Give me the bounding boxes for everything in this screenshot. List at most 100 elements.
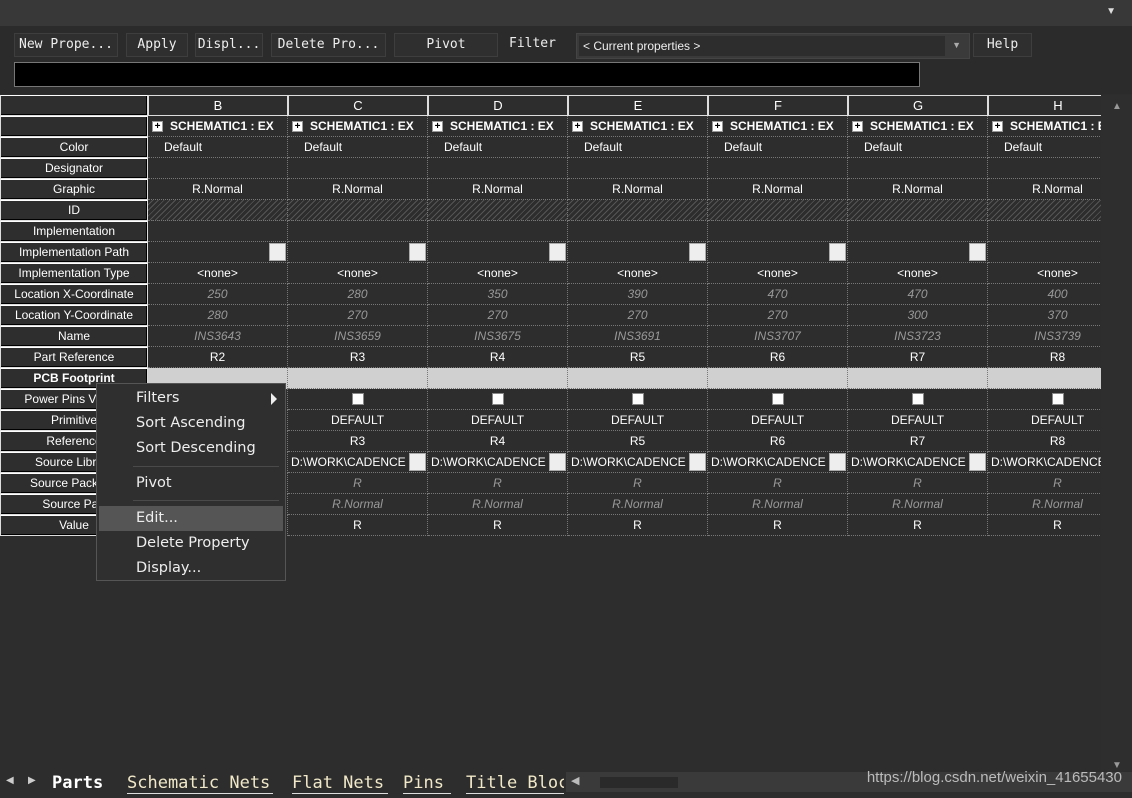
row-header[interactable]: Implementation Type (0, 263, 148, 284)
scrollbar-thumb[interactable] (600, 777, 678, 788)
table-cell[interactable]: R.Normal (988, 179, 1101, 200)
table-cell[interactable] (288, 158, 428, 179)
table-cell[interactable]: R4 (428, 431, 568, 452)
table-cell[interactable] (568, 200, 708, 221)
table-cell[interactable]: R (288, 473, 428, 494)
column-header[interactable]: E (568, 95, 708, 116)
table-cell[interactable]: INS3723 (848, 326, 988, 347)
filter-select[interactable]: < Current properties > ▼ (576, 33, 970, 59)
browse-button[interactable] (969, 453, 986, 471)
table-cell[interactable] (568, 242, 708, 263)
expand-icon[interactable]: + (852, 121, 863, 132)
table-cell[interactable]: <none> (288, 263, 428, 284)
table-cell[interactable]: R (988, 473, 1101, 494)
table-cell[interactable]: Default (428, 137, 568, 158)
table-cell[interactable]: R (708, 473, 848, 494)
table-cell[interactable] (288, 389, 428, 410)
table-cell[interactable] (988, 200, 1101, 221)
table-cell[interactable]: DEFAULT (428, 410, 568, 431)
checkbox[interactable] (351, 393, 364, 405)
tab-schematic-nets[interactable]: Schematic Nets (127, 772, 273, 794)
table-cell[interactable] (848, 221, 988, 242)
menu-item-display[interactable]: Display... (99, 556, 283, 581)
table-cell[interactable]: R.Normal (708, 179, 848, 200)
table-cell[interactable]: R (568, 515, 708, 536)
menu-item-sort-descending[interactable]: Sort Descending (99, 436, 283, 461)
table-cell[interactable] (708, 200, 848, 221)
expand-icon[interactable]: + (152, 121, 163, 132)
table-cell[interactable] (148, 200, 288, 221)
table-cell[interactable]: D:\WORK\CADENCE (568, 452, 708, 473)
browse-button[interactable] (549, 453, 566, 471)
table-cell[interactable]: R.Normal (428, 179, 568, 200)
table-cell[interactable]: R3 (288, 347, 428, 368)
table-cell[interactable] (428, 221, 568, 242)
table-cell[interactable]: 350 (428, 284, 568, 305)
table-cell[interactable]: INS3707 (708, 326, 848, 347)
menu-item-pivot[interactable]: Pivot (99, 471, 283, 496)
table-cell[interactable]: DEFAULT (708, 410, 848, 431)
table-cell[interactable]: R (428, 515, 568, 536)
table-cell[interactable] (708, 242, 848, 263)
expand-icon[interactable]: + (432, 121, 443, 132)
table-cell[interactable]: Default (988, 137, 1101, 158)
table-cell[interactable]: R6 (708, 347, 848, 368)
scroll-left-icon[interactable]: ◀ (571, 774, 579, 787)
menu-item-filters[interactable]: Filters (99, 386, 283, 411)
table-cell[interactable]: DEFAULT (988, 410, 1101, 431)
table-cell[interactable]: Default (708, 137, 848, 158)
table-cell[interactable]: 280 (148, 305, 288, 326)
browse-button[interactable] (409, 453, 426, 471)
table-cell[interactable]: R4 (428, 347, 568, 368)
table-cell[interactable]: 400 (988, 284, 1101, 305)
table-cell[interactable]: R7 (848, 431, 988, 452)
expand-icon[interactable]: + (712, 121, 723, 132)
browse-button[interactable] (409, 243, 426, 261)
schematic-header-cell[interactable]: + SCHEMATIC1 : EX (568, 116, 708, 137)
table-cell[interactable]: Default (848, 137, 988, 158)
table-cell[interactable] (428, 242, 568, 263)
row-header[interactable]: Name (0, 326, 148, 347)
apply-button[interactable]: Apply (126, 33, 188, 57)
table-cell[interactable] (848, 200, 988, 221)
pivot-button[interactable]: Pivot (394, 33, 498, 57)
row-header[interactable]: Implementation Path (0, 242, 148, 263)
menu-item-sort-ascending[interactable]: Sort Ascending (99, 411, 283, 436)
row-header[interactable]: Location X-Coordinate (0, 284, 148, 305)
table-cell[interactable]: D:\WORK\CADENCE (428, 452, 568, 473)
new-property-button[interactable]: New Prope... (14, 33, 118, 57)
table-cell[interactable]: R8 (988, 347, 1101, 368)
table-cell[interactable]: <none> (848, 263, 988, 284)
table-cell[interactable]: 470 (708, 284, 848, 305)
table-cell[interactable] (848, 368, 988, 389)
table-cell[interactable]: R2 (148, 347, 288, 368)
browse-button[interactable] (829, 453, 846, 471)
table-cell[interactable]: R6 (708, 431, 848, 452)
table-cell[interactable]: 270 (288, 305, 428, 326)
table-cell[interactable] (288, 368, 428, 389)
tab-parts[interactable]: Parts (52, 772, 112, 794)
table-cell[interactable]: 250 (148, 284, 288, 305)
table-cell[interactable]: <none> (148, 263, 288, 284)
browse-button[interactable] (689, 453, 706, 471)
browse-button[interactable] (549, 243, 566, 261)
expand-icon[interactable]: + (992, 121, 1003, 132)
table-cell[interactable]: 390 (568, 284, 708, 305)
table-cell[interactable]: R.Normal (988, 494, 1101, 515)
table-cell[interactable]: R (988, 515, 1101, 536)
browse-button[interactable] (269, 243, 286, 261)
table-cell[interactable]: 270 (708, 305, 848, 326)
table-cell[interactable]: R.Normal (708, 494, 848, 515)
window-dropdown-icon[interactable]: ▼ (1106, 6, 1116, 17)
table-cell[interactable] (428, 368, 568, 389)
table-cell[interactable] (848, 242, 988, 263)
schematic-header-cell[interactable]: + SCHEMATIC1 : EX (988, 116, 1101, 137)
table-cell[interactable]: R8 (988, 431, 1101, 452)
display-button[interactable]: Displ... (195, 33, 263, 57)
table-cell[interactable] (148, 242, 288, 263)
table-cell[interactable]: DEFAULT (568, 410, 708, 431)
table-cell[interactable]: <none> (428, 263, 568, 284)
table-cell[interactable]: R (848, 473, 988, 494)
checkbox[interactable] (491, 393, 504, 405)
column-header[interactable]: B (148, 95, 288, 116)
